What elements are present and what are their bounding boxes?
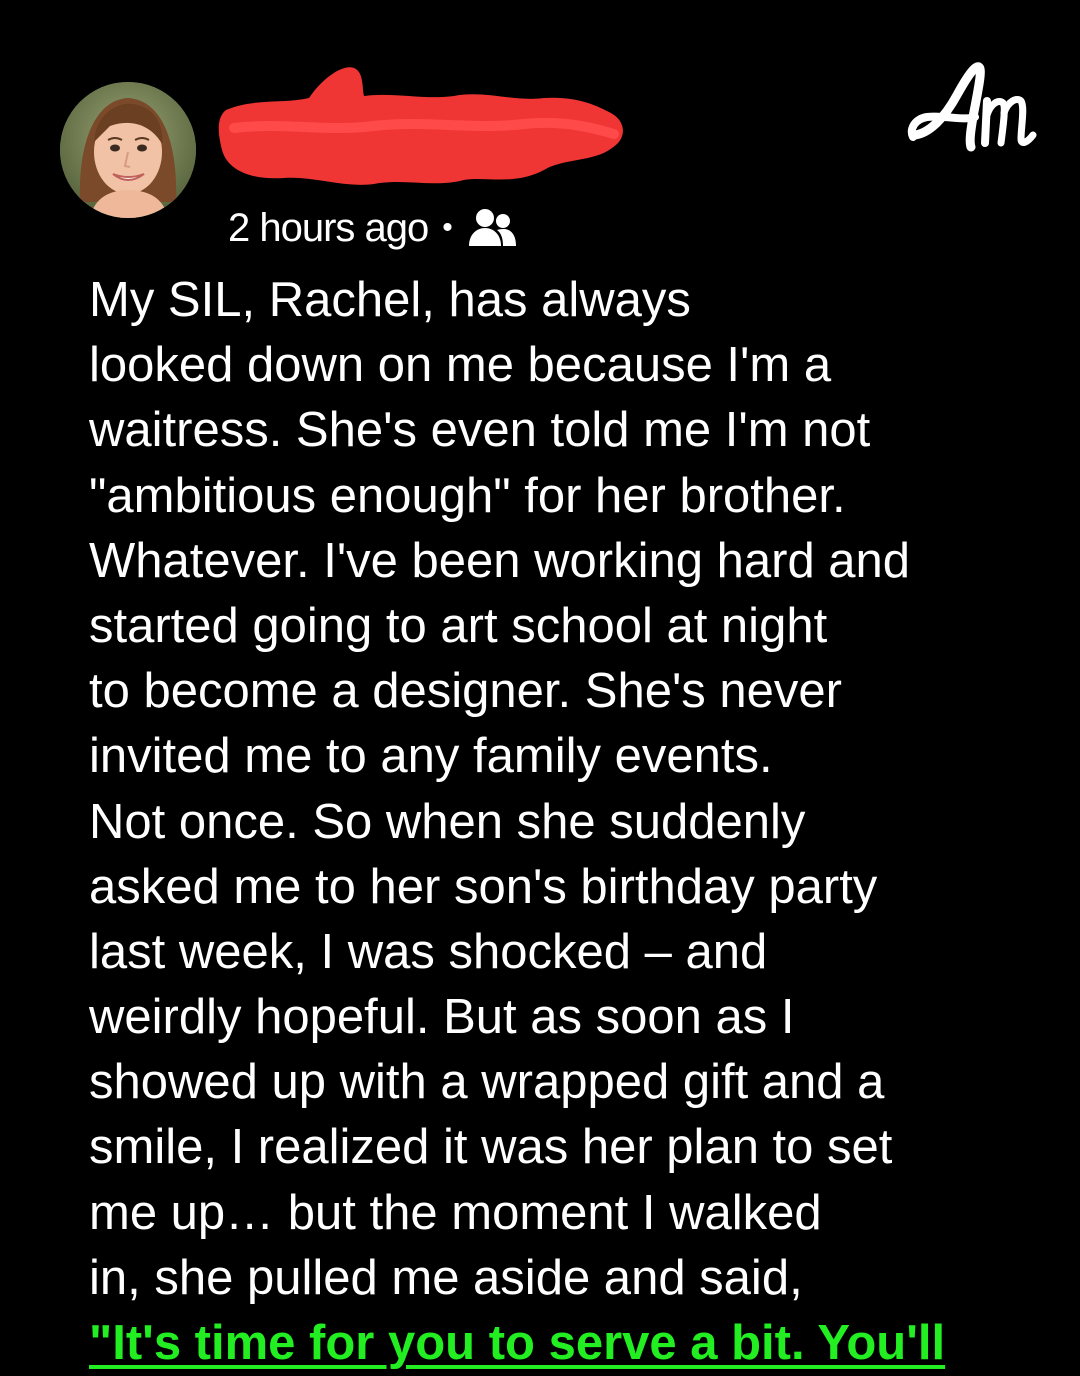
author-name-redaction[interactable]	[214, 58, 634, 198]
post-body-line: weirdly hopeful. But as soon as I	[89, 990, 795, 1045]
post-body-line: Not once. So when she suddenly	[89, 794, 806, 849]
friends-icon[interactable]	[467, 206, 517, 250]
amomama-logo-icon	[907, 62, 1037, 152]
story-post: 2 hours ago • My SIL, Rachel, has always…	[0, 0, 1080, 1370]
post-body-line: started going to art school at night	[89, 598, 828, 653]
post-body-line: asked me to her son's birthday party	[89, 859, 878, 914]
post-body-line: looked down on me because I'm a	[89, 338, 832, 393]
post-body-line: invited me to any family events.	[89, 729, 773, 784]
post-body-line: "ambitious enough" for her brother.	[89, 468, 846, 523]
brand-logo[interactable]	[905, 55, 1045, 160]
post-meta: 2 hours ago •	[228, 200, 517, 256]
post-body-line: to become a designer. She's never	[89, 664, 842, 719]
post-body-line: waitress. She's even told me I'm not	[89, 403, 871, 458]
post-body-line: me up… but the moment I walked	[89, 1185, 822, 1240]
author-avatar[interactable]	[60, 82, 196, 218]
post-body-line: Whatever. I've been working hard and	[89, 533, 911, 588]
post-body-line: showed up with a wrapped gift and a	[89, 1055, 885, 1110]
redaction-scribble-icon	[218, 67, 623, 185]
post-body-line: smile, I realized it was her plan to set	[89, 1120, 893, 1175]
highlighted-quote-line: "It's time for you to serve a bit. You'l…	[89, 1316, 946, 1370]
post-body-line: in, she pulled me aside and said,	[89, 1250, 803, 1305]
profile-photo-icon	[60, 82, 196, 218]
meta-separator: •	[442, 211, 453, 244]
post-body-line: last week, I was shocked – and	[89, 924, 768, 979]
post-body: My SIL, Rachel, has always looked down o…	[89, 268, 1049, 1376]
post-timestamp[interactable]: 2 hours ago	[228, 208, 429, 248]
post-body-line: My SIL, Rachel, has always	[89, 273, 691, 327]
